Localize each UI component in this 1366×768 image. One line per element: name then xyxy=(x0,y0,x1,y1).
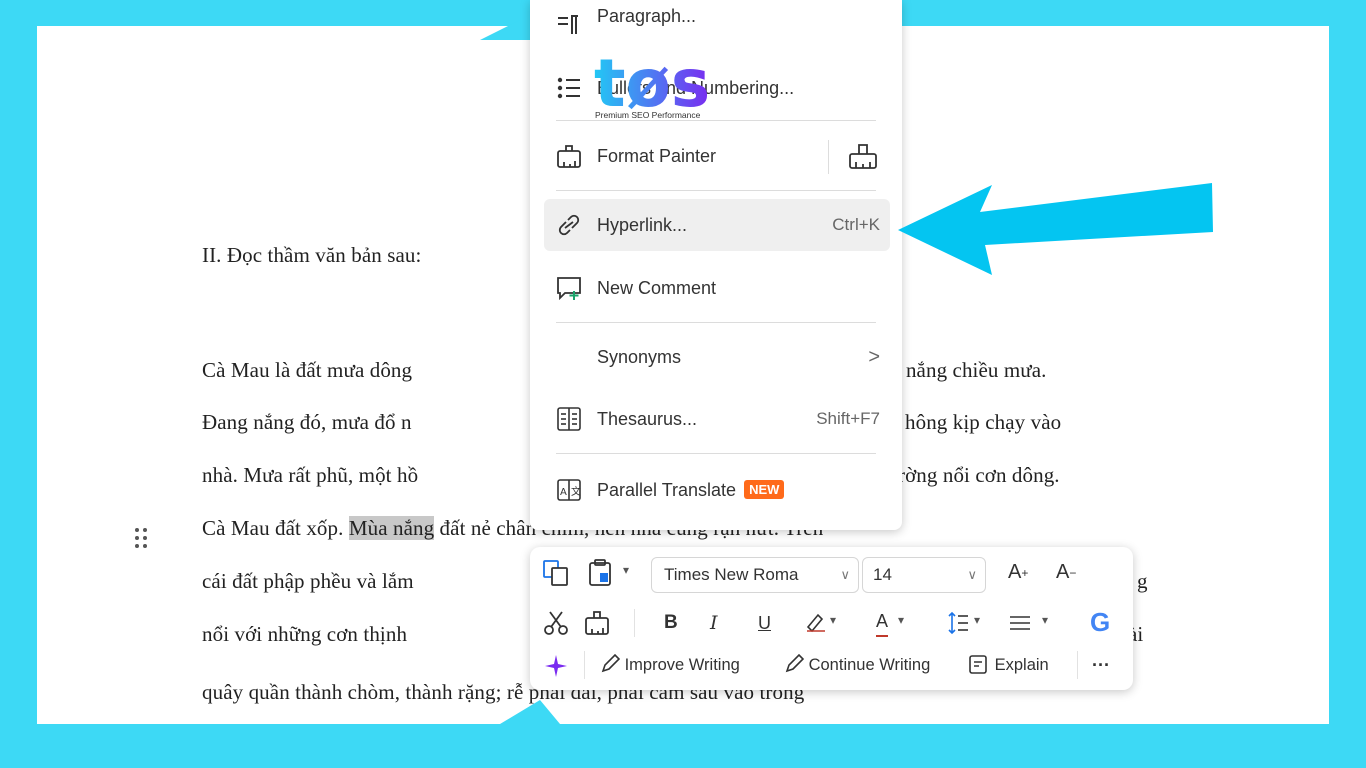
pen-icon xyxy=(785,653,805,673)
pen-icon xyxy=(601,653,621,673)
format-painter-icon[interactable] xyxy=(584,609,610,637)
line-spacing-icon[interactable] xyxy=(948,609,970,637)
explain-button[interactable]: Explain xyxy=(968,650,1049,680)
align-icon[interactable] xyxy=(1008,609,1032,637)
font-family-select[interactable]: Times New Roma ∨ xyxy=(651,557,859,593)
toolbar-separator xyxy=(1077,651,1078,679)
paste-icon[interactable] xyxy=(588,559,616,587)
chevron-down-icon[interactable]: ▾ xyxy=(974,613,980,627)
bold-button[interactable]: B xyxy=(664,609,678,637)
google-icon[interactable]: G xyxy=(1090,605,1110,639)
chevron-down-icon: ∨ xyxy=(967,567,977,582)
italic-button[interactable]: I xyxy=(710,609,718,637)
improve-writing-button[interactable]: Improve Writing xyxy=(600,650,740,680)
more-options-icon[interactable]: ··· xyxy=(1092,650,1110,680)
continue-writing-button[interactable]: Continue Writing xyxy=(784,650,930,680)
highlight-icon[interactable] xyxy=(804,609,828,637)
ai-sparkle-icon[interactable] xyxy=(544,654,568,678)
toolbar-separator xyxy=(584,651,585,679)
chevron-down-icon[interactable]: ▾ xyxy=(1042,613,1048,627)
chevron-down-icon[interactable]: ▾ xyxy=(623,563,629,577)
chevron-down-icon: ∨ xyxy=(840,567,850,582)
chevron-down-icon[interactable]: ▾ xyxy=(898,613,904,627)
grow-font-button[interactable]: A + xyxy=(1008,561,1028,584)
floating-toolbar: ▾ Times New Roma ∨ 14 ∨ A + A − B I U ▾ A … xyxy=(530,547,1133,690)
font-color-button[interactable]: A xyxy=(876,607,889,637)
shrink-font-button[interactable]: A − xyxy=(1056,561,1076,584)
toolbar-separator xyxy=(634,609,635,637)
cut-icon[interactable] xyxy=(542,609,570,637)
chevron-down-icon[interactable]: ▾ xyxy=(830,613,836,627)
copy-icon[interactable] xyxy=(542,559,570,587)
font-size-select[interactable]: 14 ∨ xyxy=(862,557,986,593)
explain-icon xyxy=(969,655,987,674)
underline-button[interactable]: U xyxy=(758,609,771,637)
